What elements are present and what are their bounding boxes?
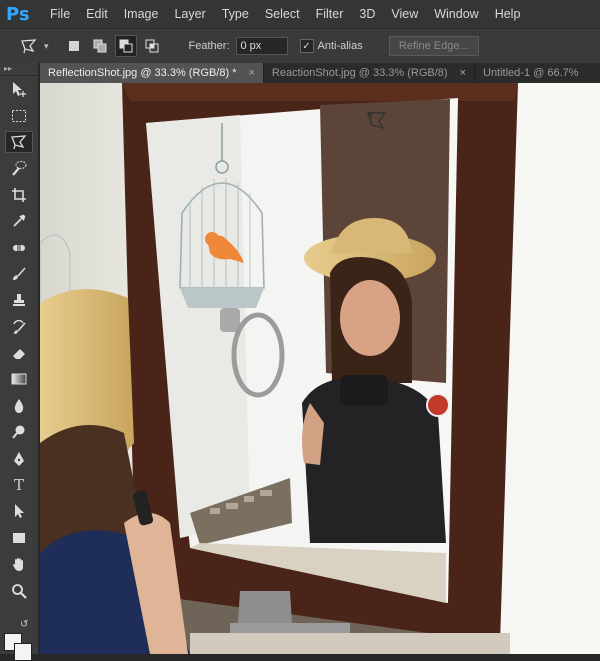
move-icon <box>13 82 26 98</box>
intersect-selection-icon[interactable] <box>141 35 163 57</box>
pen-tool[interactable] <box>0 445 38 471</box>
refine-edge-button[interactable]: Refine Edge... <box>388 36 479 56</box>
feather-input[interactable] <box>235 37 288 55</box>
tab-label: ReactionShot.jpg @ 33.3% (RGB/8) <box>271 67 448 79</box>
tab-label: Untitled-1 @ 66.7% <box>483 67 579 79</box>
gradient-icon <box>11 373 27 385</box>
spot-healing-tool[interactable] <box>0 234 38 260</box>
polygonal-lasso-tool[interactable] <box>0 129 38 155</box>
blur-tool[interactable] <box>0 393 38 419</box>
rectangle-tool[interactable] <box>0 525 38 551</box>
document-canvas[interactable] <box>40 83 600 654</box>
blur-drop-icon <box>14 398 24 413</box>
pen-icon <box>14 451 24 466</box>
eraser-tool[interactable] <box>0 340 38 366</box>
zoom-icon <box>12 583 27 599</box>
menu-filter[interactable]: Filter <box>308 0 352 28</box>
subtract-from-selection-icon[interactable] <box>114 35 137 57</box>
brush-tool[interactable] <box>0 261 38 287</box>
marquee-tool[interactable] <box>0 102 38 128</box>
type-tool[interactable]: T <box>0 472 38 498</box>
close-icon[interactable]: × <box>460 67 466 79</box>
swap-colors-icon[interactable]: ↺ <box>20 619 28 630</box>
brush-icon <box>13 267 26 280</box>
panel-collapse-icon[interactable]: ▸▸ <box>0 63 38 76</box>
eraser-icon <box>13 349 25 360</box>
tools-panel: ▸▸ T ↺ <box>0 63 39 661</box>
dodge-icon <box>12 425 25 439</box>
polygonal-lasso-cursor-icon <box>365 110 389 135</box>
close-icon[interactable]: × <box>248 67 254 79</box>
menu-3d[interactable]: 3D <box>351 0 383 28</box>
menu-file[interactable]: File <box>42 0 78 28</box>
crop-icon <box>12 187 26 202</box>
options-bar: ▾ Feather: ✓ Anti-alias Refine Edge... <box>0 28 600 64</box>
antialias-checkbox[interactable]: ✓ <box>299 39 314 53</box>
eyedropper-icon <box>13 214 26 227</box>
menu-edit[interactable]: Edit <box>78 0 116 28</box>
hand-tool[interactable] <box>0 551 38 577</box>
background-color-swatch[interactable] <box>14 643 32 661</box>
menu-image[interactable]: Image <box>116 0 167 28</box>
tab-reaction-shot[interactable]: ReactionShot.jpg @ 33.3% (RGB/8) × <box>264 63 475 83</box>
hand-icon <box>13 558 23 572</box>
menu-window[interactable]: Window <box>426 0 486 28</box>
tab-reflection-shot[interactable]: ReflectionShot.jpg @ 33.3% (RGB/8) * × <box>40 63 264 83</box>
history-brush-icon <box>13 319 26 334</box>
quick-selection-icon <box>12 161 27 177</box>
tab-label: ReflectionShot.jpg @ 33.3% (RGB/8) * <box>48 67 237 79</box>
menu-help[interactable]: Help <box>487 0 529 28</box>
photoshop-logo: Ps <box>6 3 30 25</box>
gradient-tool[interactable] <box>0 366 38 392</box>
tab-untitled-1[interactable]: Untitled-1 @ 66.7% <box>475 63 587 83</box>
menu-view[interactable]: View <box>383 0 426 28</box>
bandage-icon <box>13 244 25 251</box>
polygonal-lasso-preset-icon[interactable] <box>20 37 38 55</box>
menu-bar: Ps File Edit Image Layer Type Select Fil… <box>0 0 600 28</box>
zoom-tool[interactable] <box>0 577 38 603</box>
crop-tool[interactable] <box>0 182 38 208</box>
quick-selection-tool[interactable] <box>0 155 38 181</box>
menu-type[interactable]: Type <box>214 0 257 28</box>
history-brush-tool[interactable] <box>0 314 38 340</box>
menu-select[interactable]: Select <box>257 0 308 28</box>
polygonal-lasso-icon <box>11 135 27 150</box>
menu-layer[interactable]: Layer <box>166 0 213 28</box>
antialias-label: Anti-alias <box>317 40 363 52</box>
feather-label: Feather: <box>188 40 230 52</box>
dodge-tool[interactable] <box>0 419 38 445</box>
document-tabs: ReflectionShot.jpg @ 33.3% (RGB/8) * × R… <box>40 63 600 83</box>
path-selection-icon <box>15 504 24 519</box>
move-tool[interactable] <box>0 76 38 102</box>
rectangle-icon <box>13 532 25 543</box>
preset-dropdown-icon[interactable]: ▾ <box>44 41 49 52</box>
new-selection-icon[interactable] <box>63 35 85 57</box>
add-to-selection-icon[interactable] <box>89 35 111 57</box>
path-selection-tool[interactable] <box>0 498 38 524</box>
stamp-icon <box>13 294 25 307</box>
photo-reflection-image <box>40 83 600 654</box>
checkmark-icon: ✓ <box>302 40 311 52</box>
clone-stamp-tool[interactable] <box>0 287 38 313</box>
marquee-icon <box>12 109 26 122</box>
eyedropper-tool[interactable] <box>0 208 38 234</box>
type-icon: T <box>13 476 24 495</box>
